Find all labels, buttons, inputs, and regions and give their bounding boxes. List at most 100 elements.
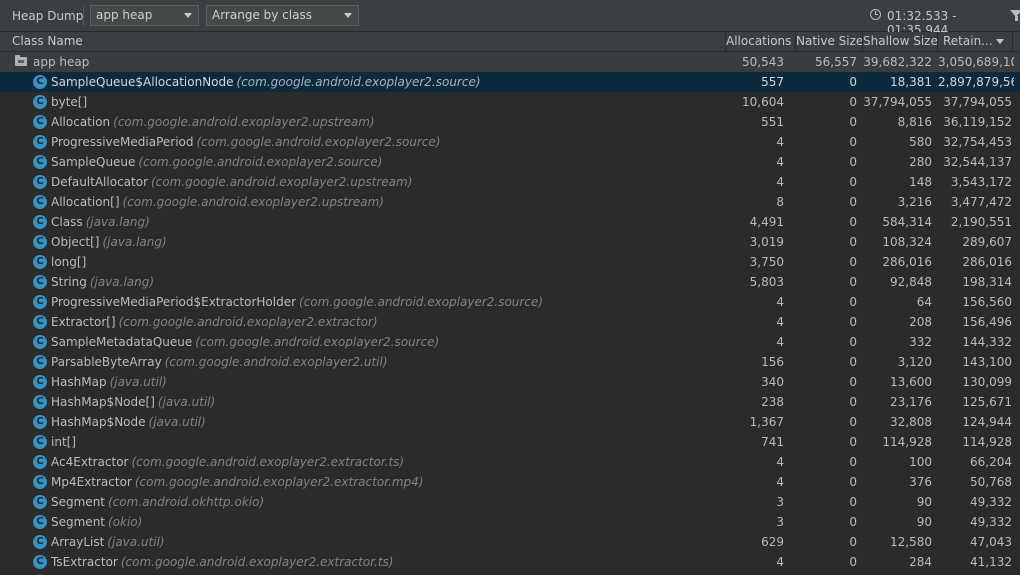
class-simple-name: String xyxy=(51,275,87,289)
retained-size-value: 289,607 xyxy=(962,235,1012,249)
class-package: (com.google.android.exoplayer2.source) xyxy=(236,75,481,89)
toolbar-separator xyxy=(83,6,84,26)
sort-descending-icon xyxy=(996,39,1004,44)
shallow-size-value: 90 xyxy=(916,495,932,509)
class-package: (com.android.okhttp.okio) xyxy=(108,495,265,509)
heap-select[interactable]: app heap xyxy=(90,5,199,26)
class-package: (java.lang) xyxy=(85,215,150,229)
table-row[interactable]: C Extractor[] (com.google.android.exoplaye… xyxy=(0,312,1020,332)
class-c-icon: C xyxy=(33,195,47,209)
table-row[interactable]: C Segment (okio) 3 0 90 49,332 xyxy=(0,512,1020,532)
class-package: (com.google.android.exoplayer2.source) xyxy=(138,155,383,169)
retained-size-value: 3,477,472 xyxy=(950,195,1012,209)
class-package: (com.google.android.exoplayer2.source) xyxy=(195,335,440,349)
arrange-select[interactable]: Arrange by class xyxy=(206,5,359,26)
filter-icon[interactable] xyxy=(1010,10,1020,21)
native-size-value: 0 xyxy=(849,515,857,529)
native-size-value: 0 xyxy=(849,195,857,209)
class-name: SampleMetadataQueue (com.google.android.e… xyxy=(51,332,723,352)
column-header-shallow-size[interactable]: Shallow Size xyxy=(863,32,938,51)
table-row[interactable]: C Class (java.lang) 4,491 0 584,314 2,190,551 xyxy=(0,212,1020,232)
class-name: long[] xyxy=(51,252,723,272)
table-row[interactable]: Cint[] 741 0 114,928 114,928 xyxy=(0,432,1020,452)
class-package: (com.google.android.exoplayer2.upstream) xyxy=(113,115,375,129)
class-package: (java.util) xyxy=(148,415,206,429)
native-size-value: 0 xyxy=(849,335,857,349)
shallow-size-value: 376 xyxy=(909,475,932,489)
table-row[interactable]: C Allocation[] (com.google.android.exoplay… xyxy=(0,192,1020,212)
retained-size-value: 144,332 xyxy=(962,335,1012,349)
allocations-value: 4 xyxy=(776,135,784,149)
retained-size-value: 156,560 xyxy=(962,295,1012,309)
table-row[interactable]: Cbyte[] 10,604 0 37,794,055 37,794,055 xyxy=(0,92,1020,112)
class-simple-name: ProgressiveMediaPeriod xyxy=(51,135,194,149)
table-row[interactable]: C Allocation (com.google.android.exoplayer… xyxy=(0,112,1020,132)
shallow-size-value: 332 xyxy=(909,335,932,349)
class-package: (java.util) xyxy=(107,535,165,549)
class-simple-name: HashMap xyxy=(51,375,107,389)
table-row[interactable]: C HashMap (java.util) 340 0 13,600 130,099 xyxy=(0,372,1020,392)
native-size-value: 0 xyxy=(849,455,857,469)
class-name: Mp4Extractor (com.google.android.exoplaye… xyxy=(51,472,723,492)
table-row[interactable]: C String (java.lang) 5,803 0 92,848 198,314 xyxy=(0,272,1020,292)
table-row[interactable]: Clong[] 3,750 0 286,016 286,016 xyxy=(0,252,1020,272)
retained-size-value: 36,119,152 xyxy=(943,115,1012,129)
native-size-value: 0 xyxy=(849,135,857,149)
class-simple-name: HashMap$Node[] xyxy=(51,395,155,409)
table-row[interactable]: C TsExtractor (com.google.android.exoplaye… xyxy=(0,552,1020,572)
class-name: ArrayList (java.util) xyxy=(51,532,723,552)
table-row[interactable]: C Object[] (java.lang) 3,019 0 108,324 289,607 xyxy=(0,232,1020,252)
native-size-value: 0 xyxy=(849,415,857,429)
table-row[interactable]: C HashMap$Node[] (java.util) 238 0 23,176 125,… xyxy=(0,392,1020,412)
column-header-class-name[interactable]: Class Name xyxy=(0,32,726,51)
class-simple-name: Segment xyxy=(51,515,105,529)
class-simple-name: ProgressiveMediaPeriod$ExtractorHolder xyxy=(51,295,297,309)
class-simple-name: Segment xyxy=(51,495,105,509)
class-c-icon: C xyxy=(33,295,47,309)
retained-size-value: 143,100 xyxy=(962,355,1012,369)
class-c-icon: C xyxy=(33,355,47,369)
arrange-select-value: Arrange by class xyxy=(212,8,312,22)
native-size-value: 0 xyxy=(849,95,857,109)
class-c-icon: C xyxy=(33,415,47,429)
table-row[interactable]: C ParsableByteArray (com.google.android.ex… xyxy=(0,352,1020,372)
class-simple-name: DefaultAllocator xyxy=(51,175,148,189)
table-row[interactable]: C SampleQueue (com.google.android.exoplaye… xyxy=(0,152,1020,172)
shallow-size-value: 92,848 xyxy=(890,275,932,289)
class-c-icon: C xyxy=(33,455,47,469)
allocations-value: 3,750 xyxy=(749,255,784,269)
allocations-value: 5,803 xyxy=(749,275,784,289)
native-size-value: 0 xyxy=(849,535,857,549)
class-simple-name: Object[] xyxy=(51,235,100,249)
class-simple-name: Class xyxy=(51,215,83,229)
native-size-value: 0 xyxy=(849,475,857,489)
class-c-icon: C xyxy=(33,275,47,289)
table-row[interactable]: C SampleMetadataQueue (com.google.android.… xyxy=(0,332,1020,352)
class-c-icon: C xyxy=(33,95,47,109)
shallow-size-value: 3,120 xyxy=(897,355,932,369)
class-name: byte[] xyxy=(51,92,723,112)
class-simple-name: SampleQueue xyxy=(51,155,136,169)
column-header-allocations[interactable]: Allocations xyxy=(726,32,796,51)
allocations-value: 340 xyxy=(761,375,784,389)
allocations-value: 238 xyxy=(761,395,784,409)
table-row[interactable]: C SampleQueue$AllocationNode (com.google.a… xyxy=(0,72,1020,92)
table-row[interactable]: C ProgressiveMediaPeriod (com.google.andro… xyxy=(0,132,1020,152)
column-header-native-size[interactable]: Native Size xyxy=(796,32,863,51)
retained-size-value: 32,754,453 xyxy=(943,135,1012,149)
clock-icon xyxy=(870,9,881,20)
shallow-size-value: 3,216 xyxy=(897,195,932,209)
table-row[interactable]: C ProgressiveMediaPeriod$ExtractorHolder(… xyxy=(0,292,1020,312)
table-row[interactable]: C Mp4Extractor (com.google.android.exoplay… xyxy=(0,472,1020,492)
table-row[interactable]: C Segment (com.android.okhttp.okio) 3 0 90 49,… xyxy=(0,492,1020,512)
column-header-retained-size[interactable]: Retain... xyxy=(938,32,1013,51)
table-row-app-heap[interactable]: app heap 50,543 56,557 39,682,322 3,050,… xyxy=(0,52,1020,72)
table-row[interactable]: C DefaultAllocator (com.google.android.exo… xyxy=(0,172,1020,192)
table-row[interactable]: C Ac4Extractor (com.google.android.exoplay… xyxy=(0,452,1020,472)
table-row[interactable]: C ArrayList (java.util) 629 0 12,580 47,043 xyxy=(0,532,1020,552)
class-c-icon: C xyxy=(33,135,47,149)
retained-size-value: 124,944 xyxy=(962,415,1012,429)
class-c-icon: C xyxy=(33,335,47,349)
class-package: (com.google.android.exoplayer2.extractor… xyxy=(118,315,378,329)
table-row[interactable]: C HashMap$Node (java.util) 1,367 0 32,808 124,… xyxy=(0,412,1020,432)
